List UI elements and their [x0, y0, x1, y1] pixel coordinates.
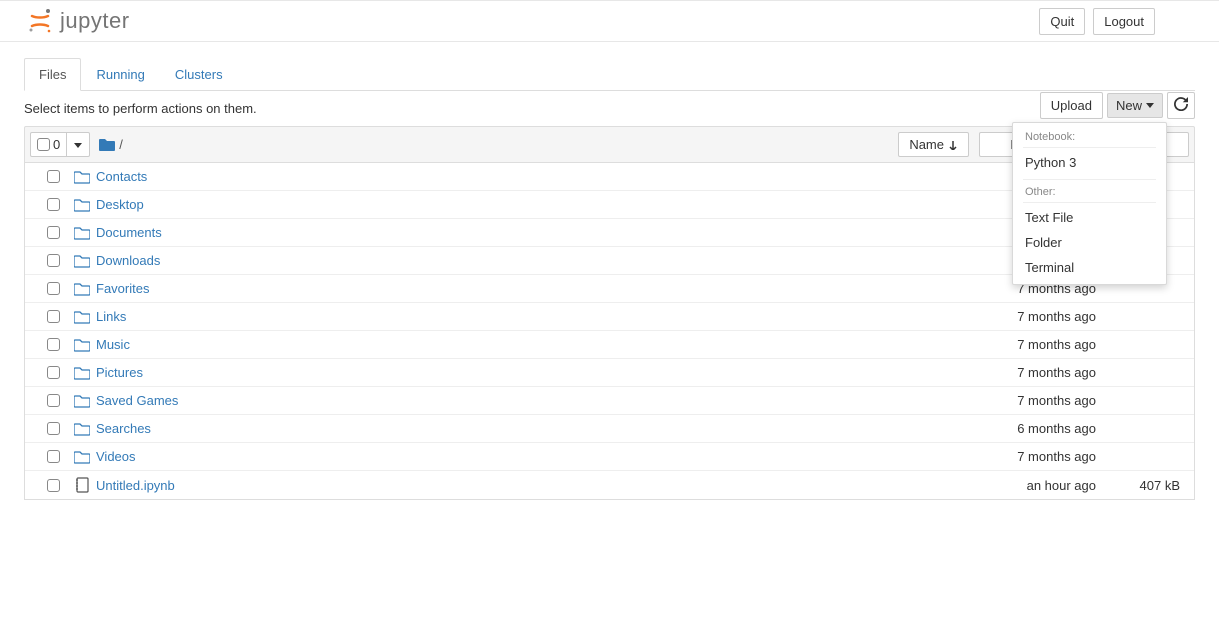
- upload-button[interactable]: Upload: [1040, 92, 1103, 119]
- folder-icon: [74, 450, 90, 464]
- logout-button[interactable]: Logout: [1093, 8, 1155, 35]
- breadcrumb[interactable]: /: [95, 137, 123, 152]
- item-modified: 7 months ago: [926, 337, 1116, 352]
- row-checkbox[interactable]: [47, 310, 60, 323]
- row-checkbox[interactable]: [47, 226, 60, 239]
- item-modified: 7 months ago: [926, 449, 1116, 464]
- list-item: Untitled.ipynb an hour ago407 kB: [25, 470, 1194, 499]
- row-checkbox[interactable]: [47, 479, 60, 492]
- caret-down-icon: [74, 143, 82, 148]
- brand-text: jupyter: [60, 8, 130, 34]
- row-checkbox[interactable]: [47, 170, 60, 183]
- row-checkbox[interactable]: [47, 338, 60, 351]
- dropdown-section-other: Other:: [1013, 182, 1166, 200]
- row-checkbox[interactable]: [47, 422, 60, 435]
- item-modified: 6 months ago: [926, 421, 1116, 436]
- folder-icon: [74, 366, 90, 380]
- item-modified: 7 months ago: [926, 309, 1116, 324]
- item-link[interactable]: Searches: [96, 421, 151, 436]
- item-modified: an hour ago: [926, 478, 1116, 493]
- tab-clusters[interactable]: Clusters: [160, 58, 238, 91]
- item-link[interactable]: Pictures: [96, 365, 143, 380]
- item-link[interactable]: Videos: [96, 449, 136, 464]
- list-item: Music 7 months ago: [25, 330, 1194, 358]
- sort-name-label: Name: [909, 137, 944, 152]
- jupyter-logo[interactable]: jupyter: [26, 7, 130, 35]
- row-checkbox[interactable]: [47, 198, 60, 211]
- new-terminal[interactable]: Terminal: [1013, 255, 1166, 280]
- refresh-icon: [1174, 97, 1188, 111]
- item-link[interactable]: Saved Games: [96, 393, 178, 408]
- caret-down-icon: [1146, 103, 1154, 108]
- row-checkbox[interactable]: [47, 450, 60, 463]
- folder-icon: [74, 394, 90, 408]
- folder-icon: [74, 170, 90, 184]
- folder-icon: [74, 198, 90, 212]
- arrow-down-icon: [948, 140, 958, 150]
- folder-icon: [74, 254, 90, 268]
- action-hint: Select items to perform actions on them.: [24, 91, 257, 126]
- item-modified: 7 months ago: [926, 365, 1116, 380]
- item-link[interactable]: Music: [96, 337, 130, 352]
- row-checkbox[interactable]: [47, 282, 60, 295]
- item-link[interactable]: Favorites: [96, 281, 149, 296]
- new-text-file[interactable]: Text File: [1013, 205, 1166, 230]
- new-dropdown-menu: Notebook: Python 3 Other: Text File Fold…: [1012, 122, 1167, 285]
- item-link[interactable]: Contacts: [96, 169, 147, 184]
- folder-icon: [74, 282, 90, 296]
- sort-name-button[interactable]: Name: [898, 132, 969, 157]
- select-all-group[interactable]: 0: [30, 132, 90, 157]
- breadcrumb-sep: /: [119, 137, 123, 152]
- new-label: New: [1116, 98, 1142, 113]
- new-folder[interactable]: Folder: [1013, 230, 1166, 255]
- item-link[interactable]: Links: [96, 309, 126, 324]
- header: jupyter Quit Logout: [0, 1, 1219, 42]
- list-item: Links 7 months ago: [25, 302, 1194, 330]
- row-checkbox[interactable]: [47, 254, 60, 267]
- refresh-button[interactable]: [1167, 92, 1195, 119]
- select-menu-caret[interactable]: [66, 133, 89, 156]
- jupyter-icon: [26, 7, 54, 35]
- folder-icon: [74, 338, 90, 352]
- folder-icon: [74, 422, 90, 436]
- folder-icon: [74, 310, 90, 324]
- item-link[interactable]: Documents: [96, 225, 162, 240]
- select-all-checkbox[interactable]: [37, 138, 50, 151]
- tab-running[interactable]: Running: [81, 58, 159, 91]
- tabs: Files Running Clusters: [24, 58, 1195, 91]
- tab-files[interactable]: Files: [24, 58, 81, 91]
- list-item: Videos 7 months ago: [25, 442, 1194, 470]
- row-checkbox[interactable]: [47, 366, 60, 379]
- new-python3[interactable]: Python 3: [1013, 150, 1166, 175]
- selected-count: 0: [53, 137, 60, 152]
- folder-icon: [74, 226, 90, 240]
- item-link[interactable]: Untitled.ipynb: [96, 478, 175, 493]
- row-checkbox[interactable]: [47, 394, 60, 407]
- item-link[interactable]: Desktop: [96, 197, 144, 212]
- quit-button[interactable]: Quit: [1039, 8, 1085, 35]
- item-link[interactable]: Downloads: [96, 253, 160, 268]
- new-dropdown-button[interactable]: New: [1107, 93, 1163, 118]
- item-size: 407 kB: [1116, 478, 1186, 493]
- item-modified: 7 months ago: [926, 393, 1116, 408]
- list-item: Saved Games 7 months ago: [25, 386, 1194, 414]
- dropdown-section-notebook: Notebook:: [1013, 127, 1166, 145]
- list-item: Pictures 7 months ago: [25, 358, 1194, 386]
- notebook-icon: [74, 477, 90, 493]
- list-item: Searches 6 months ago: [25, 414, 1194, 442]
- folder-icon: [99, 138, 115, 152]
